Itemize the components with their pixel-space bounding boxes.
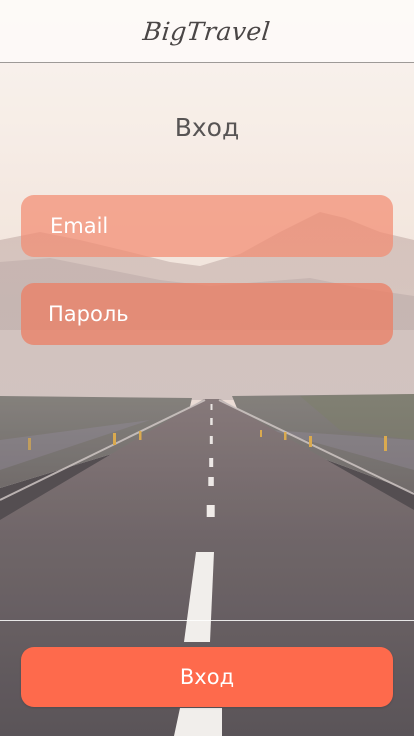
app-logo: BigTravel xyxy=(141,16,273,46)
login-screen: BigTravel Вход Вход xyxy=(0,0,414,736)
background-road-image xyxy=(0,0,414,736)
page-title: Вход xyxy=(174,113,240,142)
footer-divider xyxy=(0,620,414,621)
email-field[interactable] xyxy=(21,195,393,257)
password-field[interactable] xyxy=(21,283,393,345)
login-button[interactable]: Вход xyxy=(21,647,393,707)
app-header: BigTravel xyxy=(0,0,414,63)
